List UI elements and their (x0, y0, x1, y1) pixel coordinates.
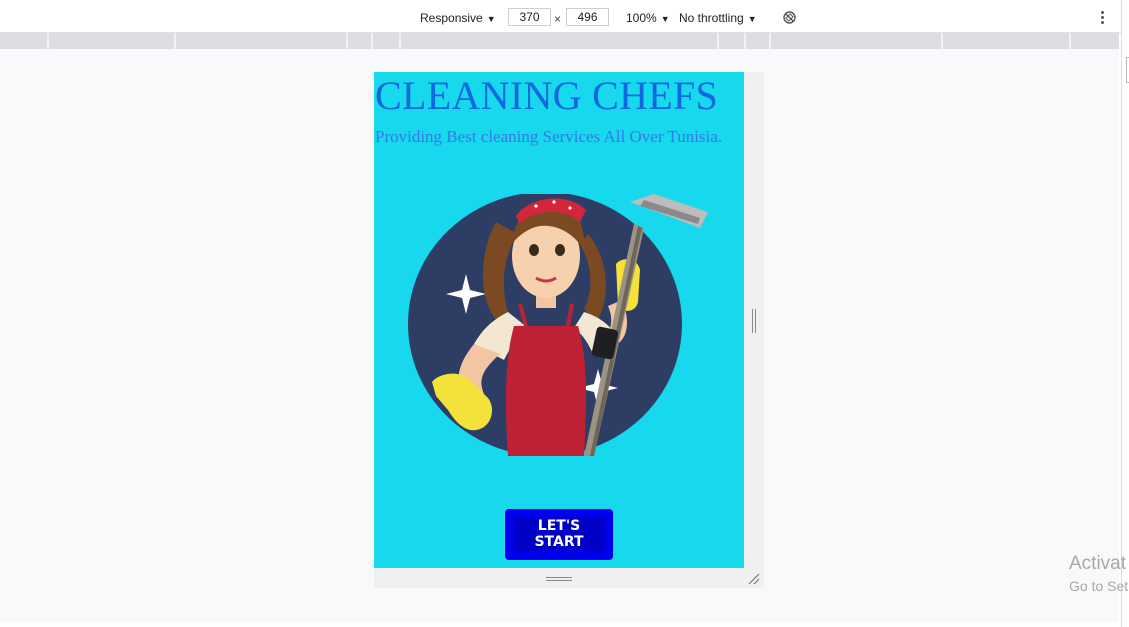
device-label: Responsive (420, 11, 483, 25)
throttling-label: No throttling (679, 11, 744, 25)
caret-down-icon: ▼ (660, 14, 670, 24)
emulated-page: CLEANING CHEFS Providing Best cleaning S… (374, 72, 744, 568)
lets-start-label: LET'S START (513, 517, 605, 551)
resize-grip-icon[interactable] (747, 572, 761, 586)
site-title: CLEANING CHEFS (375, 73, 719, 118)
caret-down-icon: ▼ (486, 14, 496, 24)
bottom-resize-handle[interactable] (546, 576, 572, 582)
more-vertical-icon[interactable] (1097, 10, 1107, 26)
dimension-separator: × (554, 12, 562, 26)
throttling-select[interactable]: No throttling ▼ (679, 11, 757, 25)
zoom-select[interactable]: 100% ▼ (626, 11, 670, 25)
activation-watermark-subtitle: Go to Set (1069, 578, 1129, 594)
right-resize-handle[interactable] (751, 309, 757, 333)
site-subtitle: Providing Best cleaning Services All Ove… (375, 127, 723, 146)
lets-start-button[interactable]: LET'S START (505, 509, 613, 560)
cleaning-lady-illustration (408, 194, 708, 456)
device-toolbar: Responsive ▼ 370 × 496 100% ▼ No throttlin… (0, 5, 1121, 33)
caret-down-icon: ▼ (747, 14, 757, 24)
height-input[interactable]: 496 (566, 8, 609, 26)
rotate-disabled-icon[interactable] (782, 10, 797, 25)
width-input[interactable]: 370 (508, 8, 551, 26)
device-select[interactable]: Responsive ▼ (420, 11, 496, 25)
activation-watermark-title: Activat (1069, 553, 1127, 574)
devtools-panel-edge (1121, 0, 1129, 627)
zoom-label: 100% (626, 11, 657, 25)
media-query-bar[interactable] (0, 33, 1119, 49)
